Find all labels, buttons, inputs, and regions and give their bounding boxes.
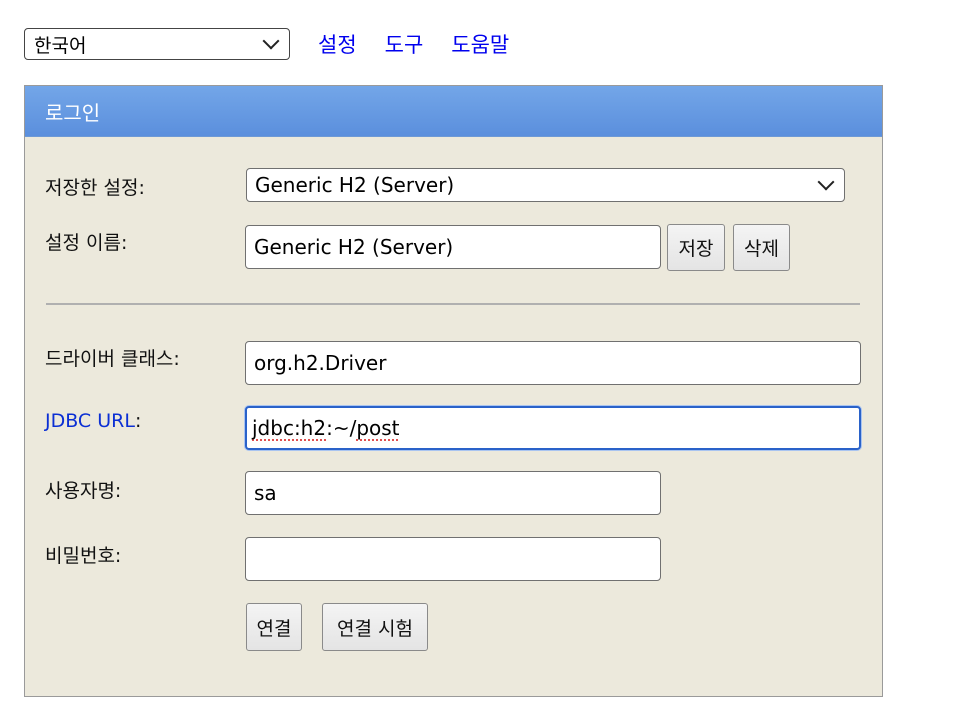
test-connection-button[interactable]: 연결 시험 <box>322 603 428 651</box>
save-button[interactable]: 저장 <box>667 224 725 271</box>
username-input[interactable]: sa <box>245 471 661 515</box>
login-title: 로그인 <box>45 100 101 125</box>
jdbc-url-value-part-b: :~/ <box>326 416 357 440</box>
saved-settings-label: 저장한 설정: <box>45 177 145 199</box>
username-value: sa <box>254 481 277 505</box>
tools-link[interactable]: 도구 <box>385 29 424 59</box>
setting-name-label: 설정 이름: <box>45 232 128 254</box>
help-link[interactable]: 도움말 <box>451 29 509 59</box>
settings-link[interactable]: 설정 <box>318 29 357 59</box>
chevron-down-icon <box>262 32 280 49</box>
setting-name-input[interactable]: Generic H2 (Server) <box>245 225 661 269</box>
chevron-down-icon <box>817 173 835 190</box>
login-panel-header: 로그인 <box>25 86 882 137</box>
jdbc-url-value: jdbc:h2:~/post <box>252 416 400 440</box>
driver-class-label: 드라이버 클래스: <box>45 348 180 370</box>
jdbc-url-value-part-c: post <box>356 416 400 440</box>
connect-button[interactable]: 연결 <box>246 603 302 651</box>
language-select[interactable]: 한국어 <box>24 28 290 60</box>
saved-settings-value: Generic H2 (Server) <box>255 173 455 197</box>
delete-button[interactable]: 삭제 <box>733 224 790 271</box>
jdbc-url-input[interactable]: jdbc:h2:~/post <box>245 406 861 450</box>
jdbc-url-value-part-a: jdbc:h2 <box>252 416 327 440</box>
setting-name-value: Generic H2 (Server) <box>254 235 454 259</box>
password-label: 비밀번호: <box>45 545 122 567</box>
driver-class-input[interactable]: org.h2.Driver <box>245 341 861 385</box>
saved-settings-select[interactable]: Generic H2 (Server) <box>246 168 845 202</box>
jdbc-url-label-text[interactable]: JDBC URL <box>45 410 135 432</box>
jdbc-url-label[interactable]: JDBC URL: <box>45 410 141 432</box>
jdbc-url-colon: : <box>134 410 142 432</box>
divider <box>46 303 860 305</box>
login-panel: 로그인 저장한 설정: Generic H2 (Server) 설정 이름: G… <box>24 85 883 697</box>
username-label: 사용자명: <box>45 480 122 502</box>
language-select-value: 한국어 <box>34 34 87 57</box>
driver-class-value: org.h2.Driver <box>254 351 387 375</box>
password-input[interactable] <box>245 537 661 581</box>
top-bar: 한국어 설정 도구 도움말 <box>24 27 509 61</box>
